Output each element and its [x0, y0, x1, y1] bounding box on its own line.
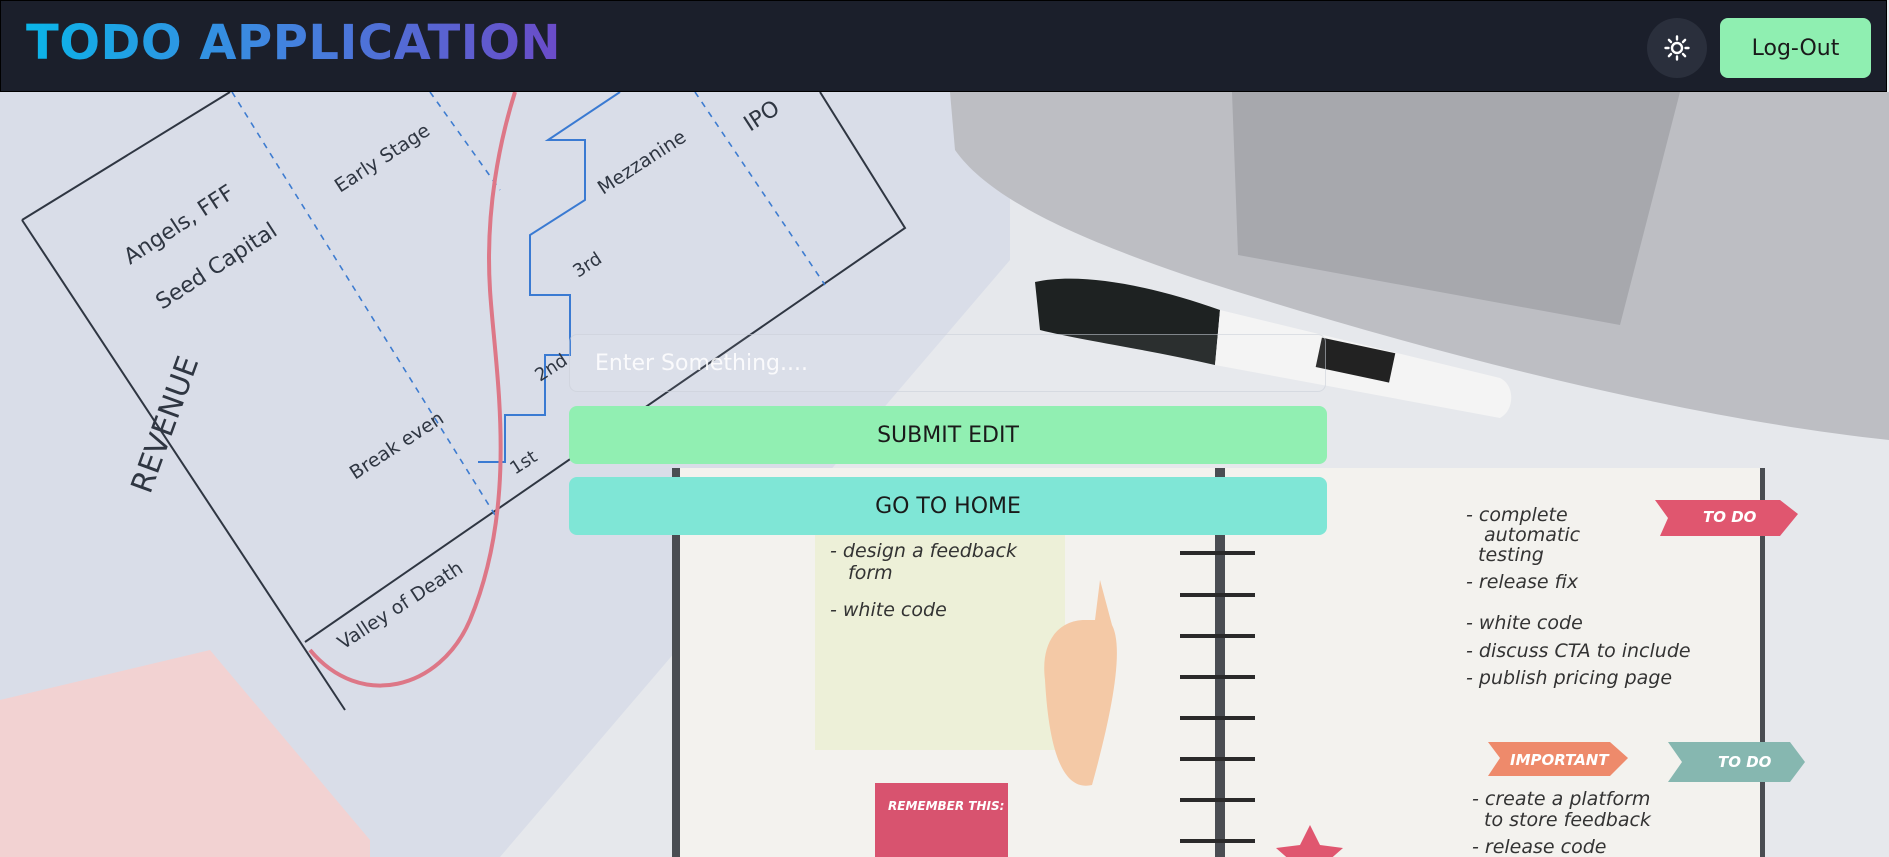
theme-toggle-button[interactable]	[1647, 18, 1707, 78]
app-title: TODO APPLICATION	[26, 15, 562, 71]
todo-edit-input[interactable]	[569, 334, 1326, 392]
svg-text:- white code: - white code	[830, 599, 947, 621]
submit-edit-button[interactable]: SUBMIT EDIT	[569, 406, 1327, 464]
svg-text:testing: testing	[1478, 544, 1544, 566]
top-navbar: TODO APPLICATION Log-Out	[0, 0, 1887, 92]
svg-text:REMEMBER THIS:: REMEMBER THIS:	[888, 799, 1004, 813]
svg-text:- design a feedback: - design a feedback	[830, 540, 1018, 562]
svg-text:- complete: - complete	[1466, 504, 1568, 526]
svg-text:- release fix: - release fix	[1466, 571, 1579, 593]
svg-text:- release code: - release code	[1472, 836, 1606, 857]
background-image: REVENUE Angels, FFF Seed Capital Early S…	[0, 92, 1889, 857]
svg-text:automatic: automatic	[1484, 524, 1581, 546]
svg-text:TO DO: TO DO	[1703, 508, 1757, 526]
svg-text:IMPORTANT: IMPORTANT	[1510, 751, 1610, 769]
svg-text:to store feedback: to store feedback	[1484, 809, 1652, 831]
svg-text:- publish pricing page: - publish pricing page	[1466, 667, 1672, 689]
logout-button[interactable]: Log-Out	[1720, 18, 1871, 78]
svg-text:- discuss CTA to include: - discuss CTA to include	[1466, 640, 1691, 662]
svg-text:form: form	[848, 562, 893, 584]
svg-text:- create a platform: - create a platform	[1472, 788, 1650, 810]
svg-text:TO DO: TO DO	[1718, 753, 1772, 771]
go-to-home-button[interactable]: GO TO HOME	[569, 477, 1327, 535]
sun-icon	[1664, 35, 1690, 61]
svg-text:- white code: - white code	[1466, 612, 1583, 634]
